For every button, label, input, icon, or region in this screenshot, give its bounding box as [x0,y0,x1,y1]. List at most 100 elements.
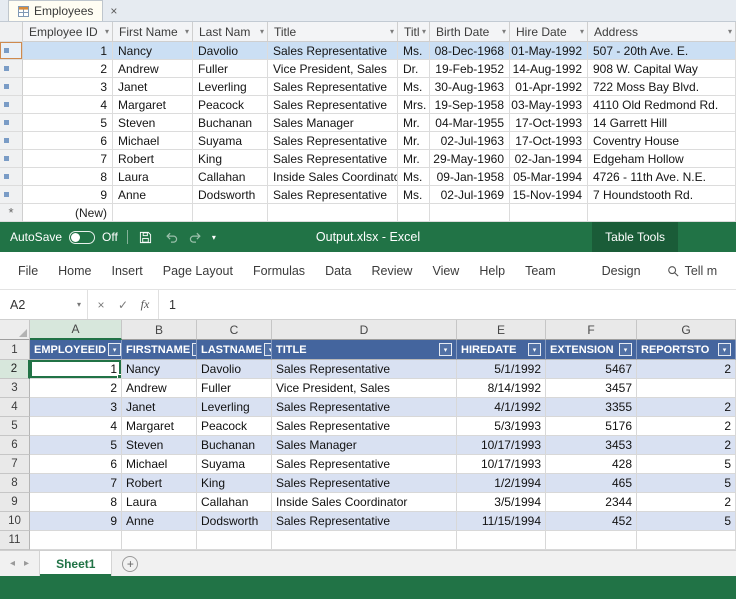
tab-employees[interactable]: Employees [8,0,104,21]
cell[interactable]: Sales Manager [272,436,457,455]
filter-icon[interactable]: ▾ [619,343,632,356]
table-header-firstname[interactable]: FIRSTNAME▾ [122,340,197,360]
cell[interactable]: Callahan [197,493,272,512]
cell[interactable]: Sales Representative [272,417,457,436]
enter-icon[interactable]: ✓ [112,298,134,312]
cell[interactable]: 5 [637,512,736,531]
cell[interactable]: Margaret [122,417,197,436]
save-icon[interactable] [137,228,155,246]
select-all-corner[interactable] [0,22,23,42]
row-selector[interactable] [0,78,23,96]
table-header-extension[interactable]: EXTENSION ▾ [546,340,637,360]
cell[interactable]: 08-Dec-1968 [430,42,510,60]
cell[interactable]: 722 Moss Bay Blvd. [588,78,736,96]
cell[interactable]: Peacock [197,417,272,436]
cell[interactable]: Leverling [197,398,272,417]
ribbon-tab-team[interactable]: Team [515,252,566,289]
undo-icon[interactable] [162,228,180,246]
table-header-lastname[interactable]: LASTNAME▾ [197,340,272,360]
cell[interactable]: 465 [546,474,637,493]
cell[interactable]: Anne [113,186,193,204]
column-letter-b[interactable]: B [122,320,197,340]
row-header[interactable]: 8 [0,474,30,493]
cell[interactable]: 4 [30,417,122,436]
ribbon-tab-insert[interactable]: Insert [102,252,153,289]
cell[interactable]: 5 [637,455,736,474]
cell[interactable]: 2 [23,60,113,78]
cell[interactable]: 5 [23,114,113,132]
column-letter-e[interactable]: E [457,320,546,340]
cell[interactable]: Steven [122,436,197,455]
cell[interactable]: 14 Garrett Hill [588,114,736,132]
row-header[interactable]: 10 [0,512,30,531]
prev-sheet-icon[interactable]: ◂ [10,558,15,569]
cell[interactable]: 5467 [546,360,637,379]
cell[interactable]: 5/1/1992 [457,360,546,379]
cell[interactable]: 2 [637,493,736,512]
cell[interactable]: Michael [113,132,193,150]
row-header[interactable]: 9 [0,493,30,512]
cell[interactable]: Sales Representative [268,96,398,114]
cell[interactable]: 14-Aug-1992 [510,60,588,78]
cell[interactable]: Ms. [398,78,430,96]
filter-icon[interactable]: ▾ [439,343,452,356]
cell[interactable]: 8 [30,493,122,512]
cell[interactable]: 452 [546,512,637,531]
formula-input[interactable]: 1 [159,290,736,319]
cell[interactable]: Davolio [197,360,272,379]
ribbon-tab-view[interactable]: View [422,252,469,289]
cell[interactable]: Margaret [113,96,193,114]
table-header-title[interactable]: TITLE ▾ [272,340,457,360]
ribbon-tab-file[interactable]: File [8,252,48,289]
cell[interactable]: 4/1/1992 [457,398,546,417]
cell[interactable] [30,531,122,550]
cell[interactable]: 8 [23,168,113,186]
cell[interactable]: Nancy [113,42,193,60]
cell[interactable]: 1 [30,360,122,379]
sheet-tab-sheet1[interactable]: Sheet1 [39,551,113,576]
filter-icon[interactable]: ▾ [264,343,271,356]
cell[interactable]: Sales Representative [268,42,398,60]
cell[interactable]: (New) [23,204,113,222]
cell[interactable]: Leverling [193,78,268,96]
cell[interactable]: 6 [30,455,122,474]
cell[interactable]: 3453 [546,436,637,455]
cell[interactable]: Fuller [193,60,268,78]
cell[interactable]: Peacock [193,96,268,114]
cell[interactable] [637,531,736,550]
column-letter-c[interactable]: C [197,320,272,340]
row-selector[interactable] [0,132,23,150]
ribbon-tab-data[interactable]: Data [315,252,361,289]
cell[interactable]: Mr. [398,150,430,168]
cell[interactable] [268,204,398,222]
cell[interactable]: Mrs. [398,96,430,114]
cell[interactable]: 8/14/1992 [457,379,546,398]
next-sheet-icon[interactable]: ▸ [24,558,29,569]
cancel-icon[interactable]: × [90,298,112,312]
cell[interactable] [510,204,588,222]
cell[interactable]: 5176 [546,417,637,436]
cell[interactable]: Andrew [113,60,193,78]
row-selector[interactable] [0,168,23,186]
column-header-title-of-courtesy[interactable]: Titl ▾ [398,22,430,42]
cell[interactable]: Vice President, Sales [272,379,457,398]
column-letter-g[interactable]: G [637,320,736,340]
cell[interactable]: Inside Sales Coordinato [268,168,398,186]
cell[interactable]: Michael [122,455,197,474]
cell[interactable]: Janet [122,398,197,417]
cell[interactable]: Suyama [197,455,272,474]
cell[interactable] [272,531,457,550]
cell[interactable]: Davolio [193,42,268,60]
cell[interactable]: 01-Apr-1992 [510,78,588,96]
cell[interactable]: 7 Houndstooth Rd. [588,186,736,204]
row-header[interactable]: 3 [0,379,30,398]
cell[interactable]: 09-Jan-1958 [430,168,510,186]
cell[interactable] [122,531,197,550]
cell[interactable]: Sales Manager [268,114,398,132]
cell[interactable]: Dodsworth [197,512,272,531]
cell[interactable]: Ms. [398,168,430,186]
cell[interactable]: 3 [30,398,122,417]
cell[interactable]: 30-Aug-1963 [430,78,510,96]
cell[interactable]: 29-May-1960 [430,150,510,168]
cell[interactable]: 9 [30,512,122,531]
